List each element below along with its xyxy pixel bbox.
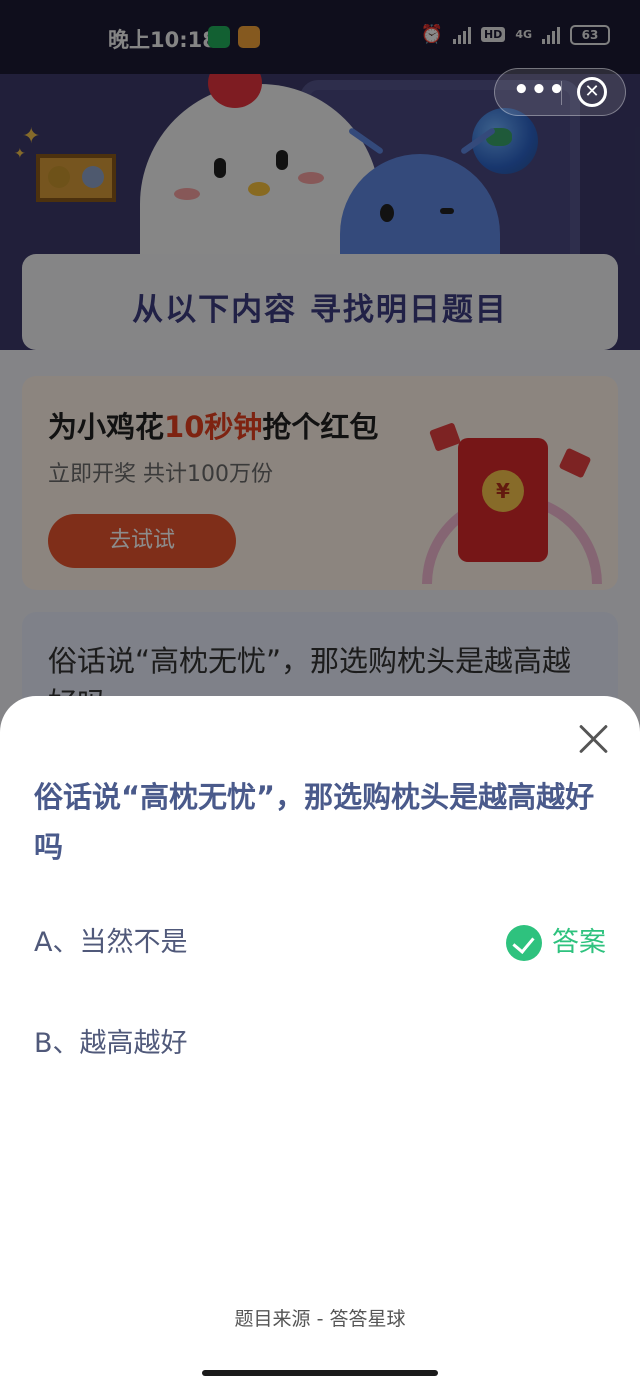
option-a[interactable]: A、当然不是 答案	[34, 918, 606, 968]
check-circle-icon	[506, 925, 542, 961]
question-source: 题目来源 - 答答星球	[234, 1308, 406, 1330]
mini-program-capsule: ••• ✕	[494, 68, 626, 116]
option-b[interactable]: B、越高越好	[34, 1019, 606, 1069]
option-a-label: A、当然不是	[34, 927, 188, 958]
close-circle-icon[interactable]: ✕	[577, 77, 607, 107]
answer-sheet: 俗话说“高枕无忧”，那选购枕头是越高越好吗 A、当然不是 答案 B、越高越好 题…	[0, 696, 640, 1387]
answer-label: 答案	[552, 927, 606, 958]
home-indicator[interactable]	[202, 1370, 438, 1376]
close-icon[interactable]	[576, 720, 612, 756]
option-b-label: B、越高越好	[34, 1028, 188, 1059]
more-dots-icon[interactable]: •••	[513, 75, 566, 105]
capsule-divider	[561, 81, 562, 105]
answer-marker: 答案	[506, 918, 606, 968]
sheet-question: 俗话说“高枕无忧”，那选购枕头是越高越好吗	[34, 780, 595, 864]
